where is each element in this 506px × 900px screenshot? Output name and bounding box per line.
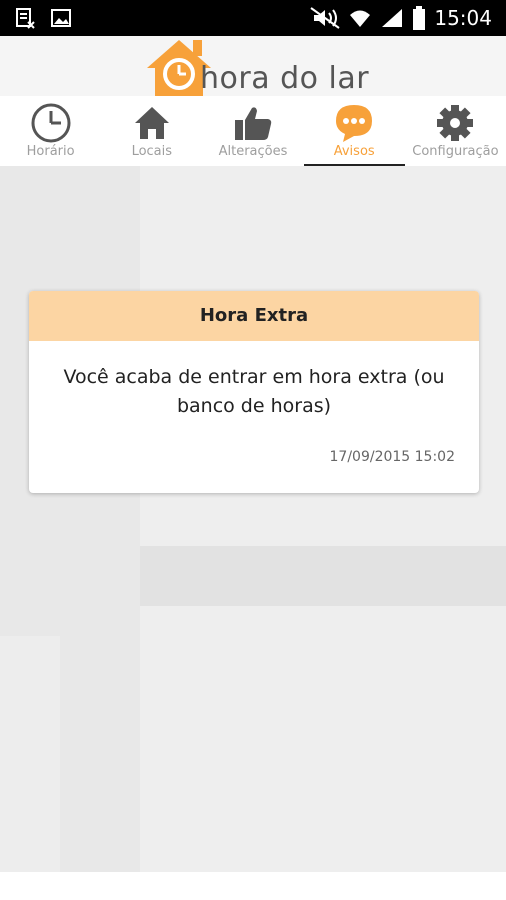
status-bar: 15:04: [0, 0, 506, 36]
mute-icon: [310, 7, 340, 29]
app-header: hora do lar: [0, 36, 506, 96]
tab-horario[interactable]: Horário: [0, 96, 101, 166]
notification-icon: [16, 8, 35, 29]
tab-bar: Horário Locais Alterações Avisos Configu…: [0, 96, 506, 167]
background-shape: [140, 546, 506, 606]
tab-alteracoes[interactable]: Alterações: [202, 96, 303, 166]
tab-label: Configuração: [412, 144, 499, 159]
wifi-icon: [350, 10, 371, 27]
content-area: [0, 166, 506, 872]
clock-icon: [31, 103, 71, 143]
tab-label: Horário: [26, 144, 75, 159]
app-screen: 15:04 hora do lar Horário Locais Alteraç…: [0, 0, 506, 900]
tab-label: Alterações: [218, 144, 288, 159]
background-shape: [0, 636, 60, 872]
home-icon: [134, 107, 169, 139]
battery-icon: [413, 6, 426, 30]
notice-card[interactable]: Hora Extra Você acaba de entrar em hora …: [29, 291, 479, 493]
notice-message: Você acaba de entrar em hora extra (ou b…: [63, 366, 445, 417]
tab-configuracao[interactable]: Configuração: [405, 96, 506, 166]
image-icon: [51, 9, 71, 27]
status-time: 15:04: [434, 6, 492, 30]
notice-timestamp: 17/09/2015 15:02: [329, 449, 456, 465]
tab-avisos[interactable]: Avisos: [303, 96, 406, 167]
tab-label: Locais: [131, 144, 173, 159]
chat-bubble-icon: [336, 105, 373, 142]
thumbs-up-icon: [235, 107, 272, 140]
tab-label: Avisos: [333, 144, 375, 159]
signal-icon: [382, 9, 403, 27]
bottom-bar: [0, 872, 506, 900]
gear-icon: [437, 105, 474, 141]
logo-text: hora do lar: [200, 61, 370, 96]
tab-locais[interactable]: Locais: [101, 96, 202, 166]
notice-title: Hora Extra: [29, 291, 479, 341]
